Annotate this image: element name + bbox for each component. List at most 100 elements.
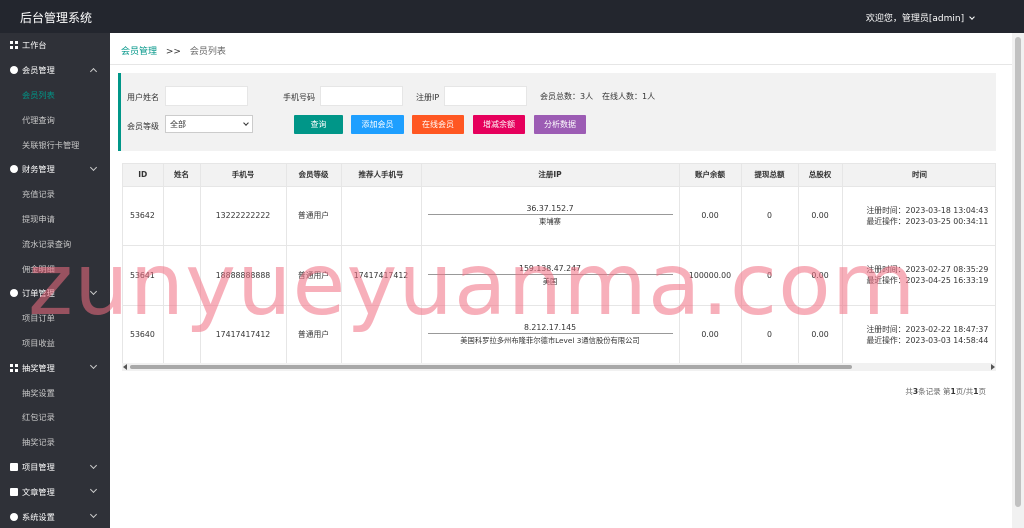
sidebar-item-label: 项目订单 [22, 313, 55, 324]
chevron-down-icon [969, 14, 975, 20]
breadcrumb-parent[interactable]: 会员管理 [121, 47, 157, 57]
cell-balance: 100000.00 [679, 245, 742, 306]
username-input[interactable] [165, 86, 248, 106]
ip-input[interactable] [444, 86, 527, 106]
sidebar-item-label: 文章管理 [22, 486, 55, 497]
sidebar-item-15[interactable]: 红包记录 [0, 405, 110, 430]
sidebar-item-17[interactable]: 项目管理 [0, 455, 110, 480]
sidebar-item-4[interactable]: 关联银行卡管理 [0, 132, 110, 157]
circle-icon [10, 66, 18, 75]
ip-address: 36.37.152.7 [427, 204, 673, 216]
table-header-row: ID 姓名 手机号 会员等级 推荐人手机号 注册IP 账户余额 提现总额 总股权 时间 [123, 164, 995, 187]
cell-level: 普通用户 [286, 186, 342, 246]
member-table: ID 姓名 手机号 会员等级 推荐人手机号 注册IP 账户余额 提现总额 总股权 时间 53642… [123, 164, 995, 365]
table-row[interactable]: 53642 13222222222 普通用户 36.37.152.7 柬埔寨 0.00 0 0… [123, 186, 995, 246]
cell-time: 注册时间：2023-03-18 13:04:43 最近操作：2023-03-25 … [842, 186, 995, 246]
grid-icon [10, 41, 18, 50]
sidebar-item-18[interactable]: 文章管理 [0, 479, 110, 504]
search-button[interactable]: 查询 [294, 115, 343, 134]
pagination-info: 共3条记录 第1页/共1页 [905, 386, 986, 397]
cell-equity: 0.00 [798, 186, 843, 246]
sidebar-item-9[interactable]: 佣金明细 [0, 256, 110, 281]
sidebar-item-3[interactable]: 代理查询 [0, 107, 110, 132]
cell-name [163, 186, 201, 246]
column-header: 注册IP [421, 164, 680, 187]
sidebar-item-6[interactable]: 充值记录 [0, 182, 110, 207]
horizontal-scrollbar[interactable] [122, 363, 996, 371]
vertical-scrollbar[interactable] [1012, 33, 1024, 528]
cell-balance: 0.00 [679, 305, 742, 365]
sidebar-item-11[interactable]: 项目订单 [0, 306, 110, 331]
user-greeting: 欢迎您，管理员[admin] [865, 14, 965, 24]
sidebar-item-0[interactable]: 工作台 [0, 33, 110, 58]
sidebar-item-14[interactable]: 抽奖设置 [0, 380, 110, 405]
sidebar-item-12[interactable]: 项目收益 [0, 331, 110, 356]
cell-referrer [341, 305, 422, 365]
sidebar-item-label: 代理查询 [22, 114, 55, 125]
cell-name [163, 305, 201, 365]
level-label: 会员等级 [127, 122, 159, 131]
online-members-button[interactable]: 在线会员 [412, 115, 464, 134]
sidebar-item-label: 订单管理 [22, 288, 55, 299]
sidebar-item-16[interactable]: 抽奖记录 [0, 430, 110, 455]
breadcrumb: 会员管理 >> 会员列表 [121, 44, 226, 57]
cell-name [163, 245, 201, 306]
cell-referrer: 17417417412 [341, 245, 422, 306]
sidebar-item-label: 工作台 [22, 40, 47, 51]
breadcrumb-current: 会员列表 [189, 47, 226, 57]
cell-withdraw: 0 [741, 245, 799, 306]
sidebar-item-10[interactable]: 订单管理 [0, 281, 110, 306]
sidebar-item-label: 抽奖记录 [22, 437, 55, 448]
ip-location: 美国科罗拉多州布隆菲尔德市Level 3通信股份有限公司 [460, 336, 640, 346]
sidebar-item-label: 项目管理 [22, 461, 55, 472]
scroll-right-icon[interactable] [991, 364, 995, 370]
cell-equity: 0.00 [798, 245, 843, 306]
sidebar-item-label: 红包记录 [22, 412, 55, 423]
total-members-stat: 会员总数：3人 [540, 92, 594, 101]
sidebar-item-5[interactable]: 财务管理 [0, 157, 110, 182]
cell-referrer [341, 186, 422, 246]
sidebar-item-label: 佣金明细 [22, 263, 55, 274]
table-row[interactable]: 53641 18888888888 普通用户 17417417412 159.138.4… [123, 245, 995, 306]
cell-ip: 8.212.17.145 美国科罗拉多州布隆菲尔德市Level 3通信股份有限公司 [421, 305, 680, 365]
user-menu[interactable]: 欢迎您，管理员[admin] [865, 11, 975, 24]
level-select[interactable]: 全部 [165, 115, 253, 133]
sidebar-item-2[interactable]: 会员列表 [0, 83, 110, 108]
sidebar-item-label: 系统设置 [22, 511, 55, 522]
chevron-down-icon [89, 486, 98, 494]
scroll-left-icon[interactable] [123, 364, 127, 370]
ip-address: 159.138.47.247 [427, 264, 673, 275]
main-content: 会员管理 >> 会员列表 用户姓名 手机号码 注册IP 会员总数：3人 在线人数… [110, 33, 1012, 528]
add-member-button[interactable]: 添加会员 [351, 115, 404, 134]
table-row[interactable]: 53640 17417417412 普通用户 8.212.17.145 美国科罗拉多州布… [123, 305, 995, 365]
sidebar-item-label: 关联银行卡管理 [22, 139, 80, 150]
sidebar-item-label: 会员管理 [22, 65, 55, 76]
column-header: ID [123, 164, 164, 187]
grid-icon [10, 363, 18, 372]
column-header: 总股权 [798, 164, 843, 187]
cell-id: 53640 [123, 305, 164, 365]
sidebar-item-13[interactable]: 抽奖管理 [0, 355, 110, 380]
phone-input[interactable] [320, 86, 403, 106]
ip-location: 美国 [542, 276, 558, 286]
sidebar-item-19[interactable]: 系统设置 [0, 504, 110, 528]
chevron-down-icon [89, 461, 98, 469]
divider [110, 64, 1012, 65]
online-members-stat: 在线人数：1人 [602, 92, 656, 101]
adjust-balance-button[interactable]: 增减余额 [473, 115, 525, 134]
sidebar-item-label: 流水记录查询 [22, 238, 72, 249]
chevron-up-icon [89, 67, 98, 75]
analyze-data-button[interactable]: 分析数据 [534, 115, 586, 134]
sidebar-item-8[interactable]: 流水记录查询 [0, 231, 110, 256]
sidebar-item-1[interactable]: 会员管理 [0, 58, 110, 83]
ip-location: 柬埔寨 [539, 217, 561, 227]
cell-time: 注册时间：2023-02-27 08:35:29 最近操作：2023-04-25 … [842, 245, 995, 306]
vertical-scroll-thumb[interactable] [1015, 37, 1021, 507]
doc-icon [10, 462, 18, 471]
cell-time: 注册时间：2023-02-22 18:47:37 最近操作：2023-03-03 … [842, 305, 995, 365]
sidebar-item-7[interactable]: 提现申请 [0, 207, 110, 232]
cell-equity: 0.00 [798, 305, 843, 365]
scroll-thumb[interactable] [130, 365, 852, 369]
chevron-down-icon [89, 287, 98, 296]
column-header: 姓名 [163, 164, 201, 187]
